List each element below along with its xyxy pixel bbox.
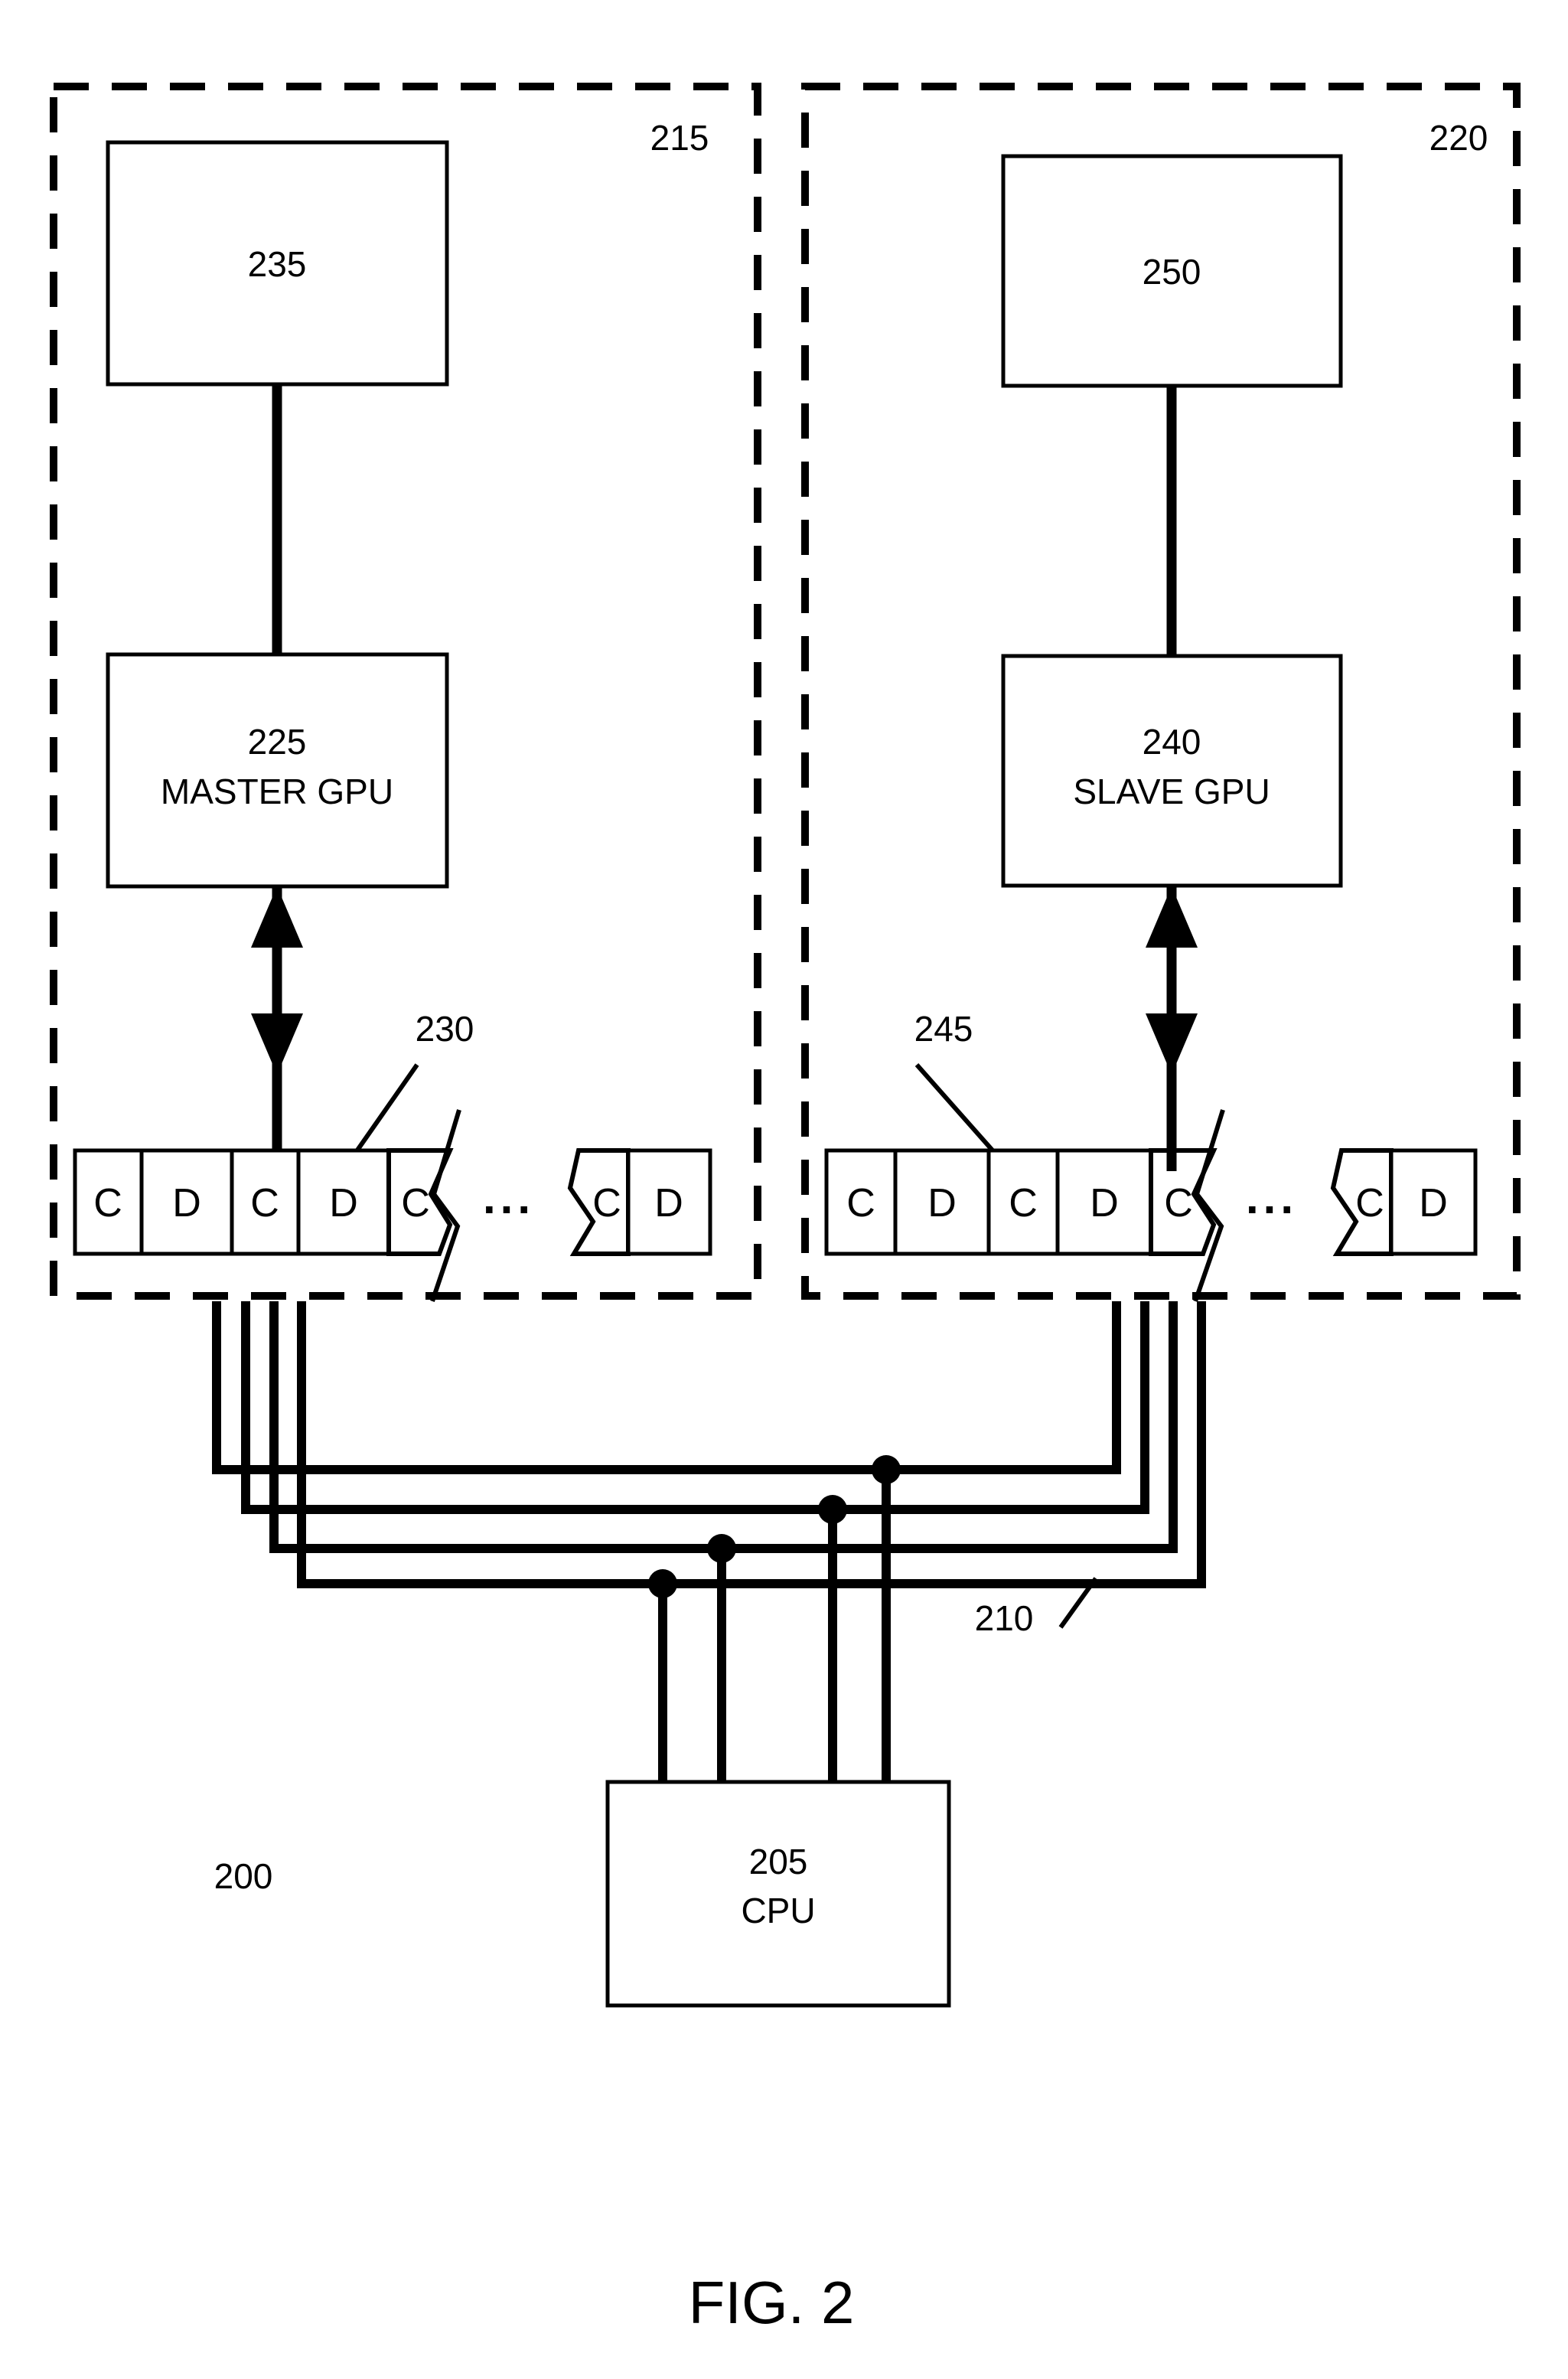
cpu-ref: 205	[749, 1842, 808, 1881]
bus-junction-dot	[707, 1534, 736, 1563]
left-queue-cell-letter: C	[401, 1181, 430, 1225]
left-top-box-ref: 235	[248, 244, 307, 284]
figure-caption: FIG. 2	[689, 2269, 855, 2336]
right-gpu-box	[1001, 654, 1343, 888]
right-group-ref: 220	[1429, 118, 1488, 158]
left-gpu-label: MASTER GPU	[161, 772, 393, 811]
right-queue-leader	[914, 1063, 996, 1153]
bus-junction-dot	[872, 1455, 901, 1484]
system-ref: 200	[214, 1856, 273, 1896]
left-group-ref: 215	[650, 118, 709, 158]
right-queue-cell-letter: D	[1419, 1181, 1448, 1225]
bus-line-right-1	[897, 1301, 1121, 1474]
figure-canvas: 215 235 225 MASTER GPU 230 C D C D C ...	[50, 83, 1521, 2336]
bus-ref: 210	[975, 1598, 1034, 1638]
left-queue-to-gpu-arrow-head	[251, 886, 303, 948]
left-gpu-box	[106, 652, 449, 889]
right-queue-cell-letter: D	[927, 1181, 957, 1225]
left-queue-cell-letter: C	[592, 1181, 621, 1225]
right-queue-cell-letter: D	[1090, 1181, 1119, 1225]
bus-line-left-1	[212, 1301, 897, 1474]
bus-junction-dot	[648, 1569, 677, 1598]
right-gpu-label: SLAVE GPU	[1073, 772, 1270, 811]
right-top-box-ref: 250	[1143, 252, 1201, 292]
left-queue-ellipsis: ...	[483, 1172, 535, 1223]
right-queue-ellipsis: ...	[1246, 1172, 1298, 1223]
right-queue-cell-letter: C	[846, 1181, 875, 1225]
right-queue-cell-letter: C	[1009, 1181, 1038, 1225]
bus-line-right-2	[897, 1301, 1149, 1514]
patent-figure: 215 235 225 MASTER GPU 230 C D C D C ...	[0, 0, 1568, 2379]
left-queue-ref: 230	[416, 1009, 474, 1049]
right-queue-cell-letter: C	[1355, 1181, 1384, 1225]
bus-junction-dot	[818, 1495, 847, 1524]
right-gpu-ref: 240	[1143, 722, 1201, 762]
left-queue-cell-letter: D	[654, 1181, 683, 1225]
bus-line-left-2	[241, 1301, 897, 1514]
left-queue-cell-letter: D	[172, 1181, 201, 1225]
left-queue-cell-letter: C	[250, 1181, 279, 1225]
left-queue-cell-letter: D	[329, 1181, 358, 1225]
cpu-label: CPU	[741, 1891, 815, 1930]
left-gpu-ref: 225	[248, 722, 307, 762]
bus-line-left-4	[297, 1301, 897, 1588]
right-queue-to-gpu-arrow-head	[1146, 886, 1198, 948]
left-queue-cell-letter: C	[93, 1181, 122, 1225]
bus-line-right-4	[897, 1301, 1206, 1588]
right-queue-cell-letter: C	[1164, 1181, 1193, 1225]
left-queue-leader	[354, 1063, 419, 1153]
right-queue-ref: 245	[914, 1009, 973, 1049]
